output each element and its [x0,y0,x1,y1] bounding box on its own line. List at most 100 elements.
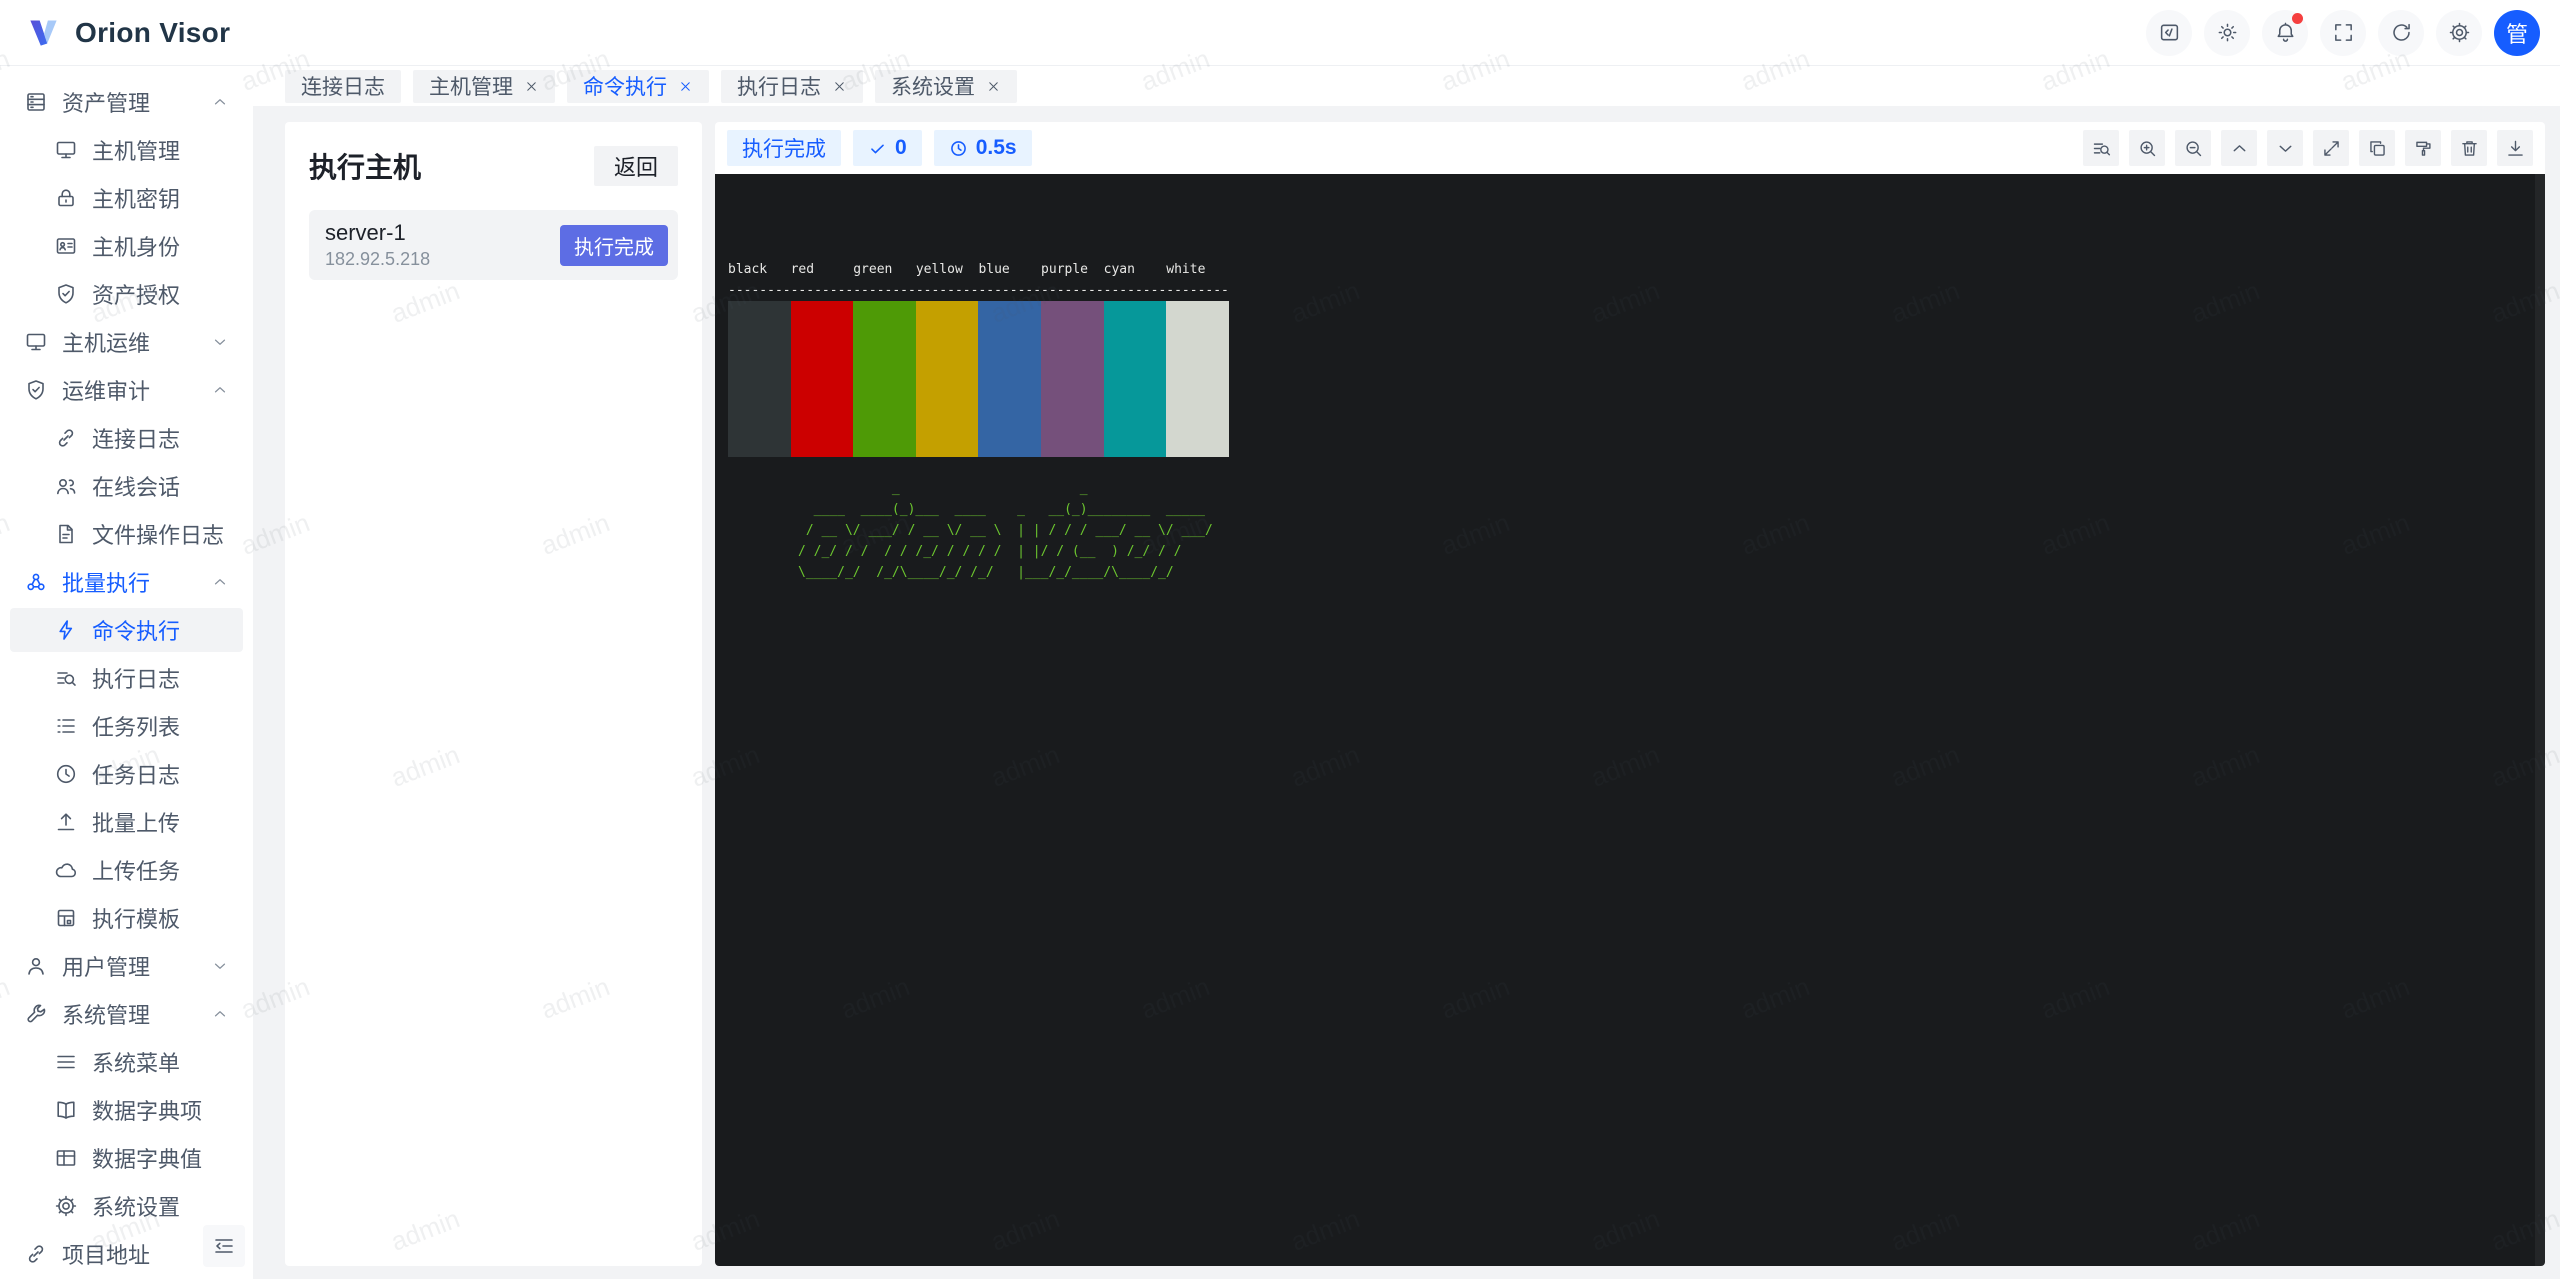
palette-name: white [1166,259,1229,280]
sidebar-item-online-sessions[interactable]: 在线会话 [10,464,243,508]
terminal-tool-scroll-top[interactable] [2221,130,2257,166]
sidebar-item-system-settings[interactable]: 系统设置 [10,1184,243,1228]
sidebar-item-host-keys[interactable]: 主机密钥 [10,176,243,220]
sidebar-item-label: 运维审计 [62,374,150,406]
terminal-tool-delete[interactable] [2451,130,2487,166]
sidebar-item-host-identities[interactable]: 主机身份 [10,224,243,268]
main-content: 执行主机 返回 server-1 182.92.5.218 执行完成 执行完成 … [253,106,2560,1279]
tab-connect-logs[interactable]: 连接日志 [285,70,401,103]
users-icon [54,474,78,498]
host-name: server-1 [325,220,430,246]
sidebar-item-file-op-logs[interactable]: 文件操作日志 [10,512,243,556]
tab-system-settings[interactable]: 系统设置 [875,70,1017,103]
user-avatar[interactable]: 管 [2494,10,2540,56]
tab-label: 执行日志 [737,71,821,101]
clock-icon [54,762,78,786]
host-list-item[interactable]: server-1 182.92.5.218 执行完成 [309,210,678,280]
sidebar-item-ops-audit[interactable]: 运维审计 [10,368,243,412]
back-button[interactable]: 返回 [594,146,678,186]
sidebar-item-task-logs[interactable]: 任务日志 [10,752,243,796]
monitor-icon [54,138,78,162]
tab-close-icon[interactable] [678,79,693,94]
sidebar-item-batch-upload[interactable]: 批量上传 [10,800,243,844]
shield-icon [24,378,48,402]
tab-close-icon[interactable] [986,79,1001,94]
book-icon [54,1098,78,1122]
terminal-tool-copy[interactable] [2359,130,2395,166]
header-actions: 管 [2146,10,2560,56]
palette-names-row: blackredgreenyellowbluepurplecyanwhite [728,259,2545,280]
sidebar-item-label: 任务日志 [92,758,180,790]
sidebar-item-host-management[interactable]: 主机管理 [10,128,243,172]
terminal-output[interactable]: blackredgreenyellowbluepurplecyanwhite -… [715,174,2545,1266]
searchlist-icon [54,666,78,690]
tab-execution-logs[interactable]: 执行日志 [721,70,863,103]
terminal-tool-zoom-in[interactable] [2129,130,2165,166]
tab-close-icon[interactable] [524,79,539,94]
sidebar-item-system-menu[interactable]: 系统菜单 [10,1040,243,1084]
sidebar-item-dict-values[interactable]: 数据字典值 [10,1136,243,1180]
tab-bar: 连接日志 主机管理 命令执行 执行日志 系统设置 [253,66,2560,106]
file-icon [54,522,78,546]
header-button-settings[interactable] [2436,10,2482,56]
tab-host-management[interactable]: 主机管理 [413,70,555,103]
gear-icon [2448,21,2471,44]
lock-icon [54,186,78,210]
table-icon [54,1146,78,1170]
sidebar-item-label: 资产授权 [92,278,180,310]
header-button-refresh[interactable] [2378,10,2424,56]
terminal-tool-search-logs[interactable] [2083,130,2119,166]
terminal-panel: 执行完成 0 0.5s blackredgreenyel [715,122,2545,1266]
header-button-notifications[interactable] [2262,10,2308,56]
header-button-fullscreen[interactable] [2320,10,2366,56]
sidebar-item-host-ops[interactable]: 主机运维 [10,320,243,364]
header-button-theme-toggle[interactable] [2204,10,2250,56]
palette-dashes: -------- [1166,280,1229,301]
sidebar-item-dict-items[interactable]: 数据字典项 [10,1088,243,1132]
tab-label: 连接日志 [301,71,385,101]
palette-dashes: -------- [978,280,1041,301]
trash-icon [2459,138,2480,159]
chevron-icon [211,957,229,975]
palette-name: black [728,259,791,280]
tab-close-icon[interactable] [832,79,847,94]
host-status-badge: 执行完成 [560,225,668,266]
terminal-tool-zoom-out[interactable] [2175,130,2211,166]
sidebar-item-system-management[interactable]: 系统管理 [10,992,243,1036]
sidebar-item-label: 批量执行 [62,566,150,598]
header-button-api-docs[interactable] [2146,10,2192,56]
tab-label: 主机管理 [429,71,513,101]
gear-icon [54,1194,78,1218]
terminal-tool-expand[interactable] [2313,130,2349,166]
palette-name: yellow [916,259,979,280]
terminal-tool-clean[interactable] [2405,130,2441,166]
tab-command-execution[interactable]: 命令执行 [567,70,709,103]
sidebar-item-command-execution[interactable]: 命令执行 [10,608,243,652]
terminal-scrollbar[interactable] [2535,174,2545,1266]
sidebar-item-label: 文件操作日志 [92,518,224,550]
sidebar-item-user-management[interactable]: 用户管理 [10,944,243,988]
user-icon [24,954,48,978]
bell-icon [2274,21,2297,44]
chevron-up-icon [2229,138,2250,159]
fullscreen-icon [2332,21,2355,44]
sidebar-collapse-button[interactable] [203,1225,245,1267]
sidebar-item-batch-execution[interactable]: 批量执行 [10,560,243,604]
chevron-icon [211,1005,229,1023]
chevron-icon [211,381,229,399]
terminal-tool-scroll-bottom[interactable] [2267,130,2303,166]
palette-dashes-row: ----------------------------------------… [728,280,2545,301]
sidebar-item-task-list[interactable]: 任务列表 [10,704,243,748]
sidebar-item-upload-tasks[interactable]: 上传任务 [10,848,243,892]
sidebar-item-execution-logs[interactable]: 执行日志 [10,656,243,700]
exec-host-panel: 执行主机 返回 server-1 182.92.5.218 执行完成 [285,122,702,1266]
palette-name: cyan [1104,259,1167,280]
palette-dashes: -------- [1041,280,1104,301]
terminal-tool-download[interactable] [2497,130,2533,166]
chevron-icon [211,333,229,351]
sidebar-item-asset-authorization[interactable]: 资产授权 [10,272,243,316]
palette-dashes: -------- [728,280,791,301]
sidebar-item-connect-logs[interactable]: 连接日志 [10,416,243,460]
sidebar-item-asset-management[interactable]: 资产管理 [10,80,243,124]
sidebar-item-execution-templates[interactable]: 执行模板 [10,896,243,940]
